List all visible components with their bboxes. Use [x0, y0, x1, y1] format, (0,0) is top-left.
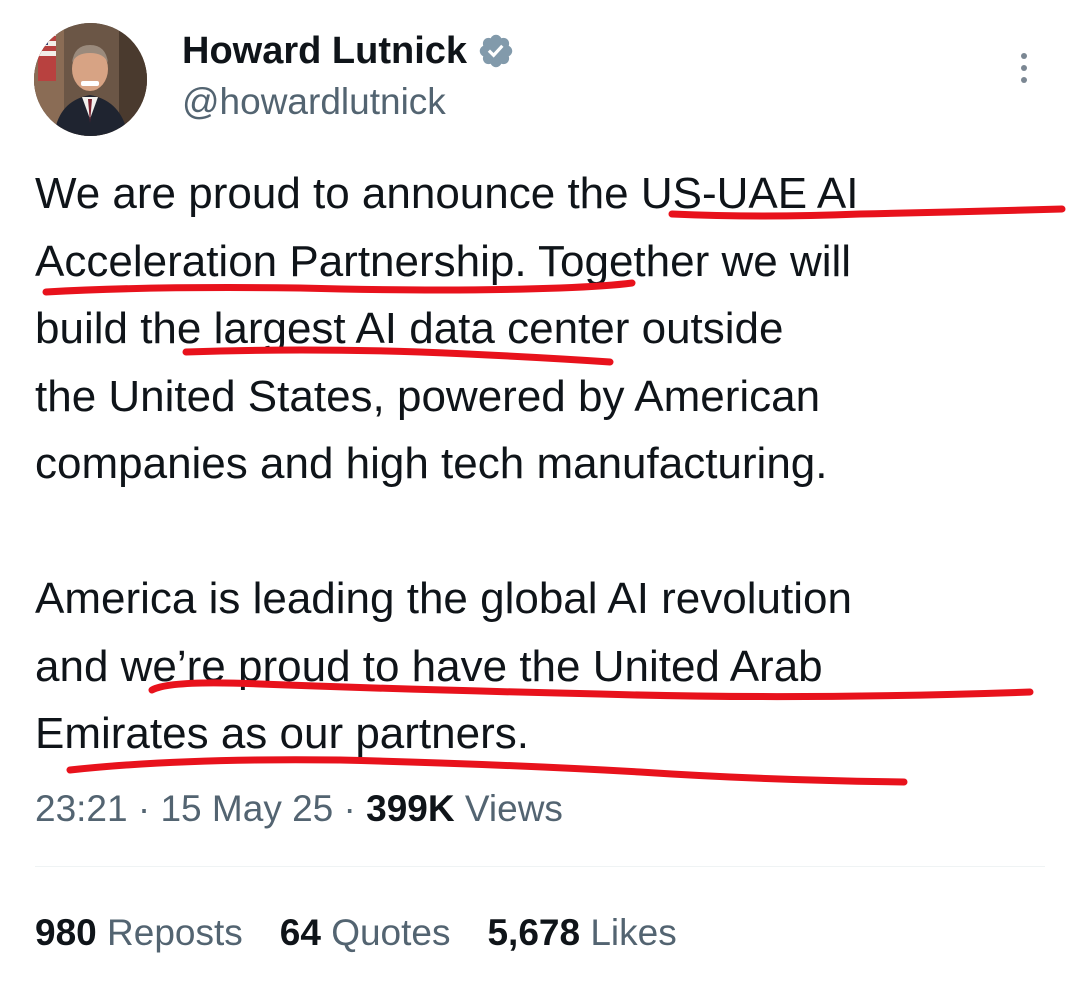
tweet-meta: 23:21 · 15 May 25 · 399K Views — [35, 785, 563, 833]
author-name-row[interactable]: Howard Lutnick — [182, 27, 515, 75]
likes-count: 5,678 — [487, 912, 581, 953]
meta-separator: · — [127, 788, 161, 829]
tweet-time[interactable]: 23:21 — [35, 788, 128, 829]
avatar[interactable] — [34, 23, 147, 136]
profile-photo — [34, 23, 147, 136]
engagement-stats: 980 Reposts 64 Quotes 5,678 Likes — [35, 909, 677, 957]
author-display-name[interactable]: Howard Lutnick — [182, 27, 467, 75]
tweet-text-line: America is leading the global AI revolut… — [35, 574, 852, 623]
reposts-stat[interactable]: 980 Reposts — [35, 909, 243, 957]
verified-badge-icon — [479, 34, 513, 68]
likes-label: Likes — [590, 912, 677, 953]
more-vertical-icon-dot — [1021, 65, 1027, 71]
tweet-text-line: We are proud to announce the US-UAE AI — [35, 169, 859, 218]
tweet-text-line: Emirates as our partners. — [35, 709, 529, 758]
reposts-label: Reposts — [107, 912, 243, 953]
views-count: 399K — [366, 788, 455, 829]
tweet-text-line: and we’re proud to have the United Arab — [35, 641, 823, 691]
more-options-button[interactable] — [1004, 44, 1044, 92]
more-vertical-icon — [1021, 53, 1027, 59]
tweet-text-line: companies and high tech manufacturing. — [35, 439, 828, 488]
tweet-date[interactable]: 15 May 25 — [160, 788, 333, 829]
tweet-text: We are proud to announce the US-UAE AI A… — [35, 160, 1045, 768]
paragraph-break — [35, 498, 1045, 566]
reposts-count: 980 — [35, 912, 97, 953]
tweet-text-line: build the largest AI data center outside — [35, 304, 784, 353]
likes-stat[interactable]: 5,678 Likes — [487, 909, 676, 957]
views-label: Views — [464, 788, 563, 829]
more-vertical-icon-dot — [1021, 77, 1027, 83]
divider — [35, 866, 1045, 867]
quotes-count: 64 — [279, 912, 321, 953]
tweet-text-line: the United States, powered by American — [35, 371, 821, 421]
author-handle[interactable]: @howardlutnick — [182, 79, 446, 125]
tweet-text-line: Acceleration Partnership. Together we wi… — [35, 236, 852, 286]
quotes-label: Quotes — [331, 912, 451, 953]
meta-separator: · — [333, 788, 367, 829]
quotes-stat[interactable]: 64 Quotes — [280, 909, 451, 957]
